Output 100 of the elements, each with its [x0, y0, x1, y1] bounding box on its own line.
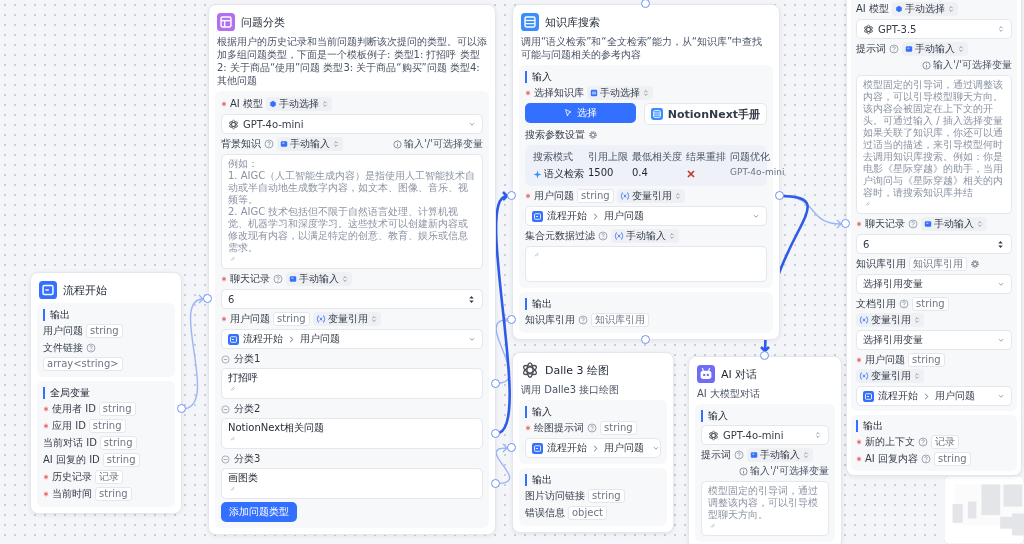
node-title: AI 对话: [721, 366, 758, 382]
knot-icon: [708, 429, 719, 441]
chevron-down-icon: [752, 212, 760, 220]
hint-text: 输入'/'可选择变量: [933, 58, 1012, 72]
dropdown[interactable]: GPT-4o-mini: [221, 114, 483, 134]
resize-icon: [228, 434, 235, 441]
type-tag: 记录: [95, 470, 123, 484]
connection-handle[interactable]: [641, 335, 650, 344]
chevron-right-icon: [591, 443, 600, 453]
input-mode-menu[interactable]: 手动输入: [921, 217, 987, 231]
stepper-icon: [996, 239, 1005, 249]
connection-handle[interactable]: [177, 404, 186, 413]
knot-icon: [863, 23, 874, 35]
text-area[interactable]: 画图类: [221, 468, 483, 499]
node-title: Dalle 3 绘图: [545, 362, 610, 378]
info-icon: [393, 139, 403, 149]
connection-handle[interactable]: [203, 294, 212, 303]
database-icon: [650, 108, 663, 120]
type-tag: string: [577, 189, 614, 203]
select-button[interactable]: 选择: [525, 103, 636, 123]
field-label: 知识库引用: [525, 313, 575, 327]
input-mode-menu[interactable]: 手动选择: [587, 86, 653, 100]
type-tag: 知识库引用: [591, 313, 649, 327]
dropdown[interactable]: GPT-3.5: [856, 19, 1012, 39]
knot-icon: [228, 118, 239, 130]
section-title: 全局变量: [43, 387, 90, 399]
dropdown[interactable]: GPT-4o-mini: [701, 425, 829, 445]
connection-handle[interactable]: [491, 478, 500, 488]
input-mode-menu[interactable]: 手动选择: [891, 2, 958, 16]
add-button[interactable]: 添加问题类型: [221, 502, 297, 522]
field-label: 错误信息: [525, 506, 565, 520]
square-icon: [750, 451, 758, 459]
resize-icon: [708, 521, 715, 528]
dropdown[interactable]: 选择引用变量: [856, 330, 1012, 350]
number-input[interactable]: 6: [221, 289, 483, 309]
field-label: 历史记录: [52, 470, 92, 484]
category-label: 分类2: [234, 402, 261, 416]
input-mode-menu[interactable]: 手动输入: [747, 448, 813, 462]
text-area[interactable]: [525, 246, 767, 282]
column-header: 引用上限: [588, 150, 628, 164]
node-description: 根据用户的历史记录和当前问题判断该次提问的类型。可以添加多组问题类型，下面是一个模板例子: 类型1: 打招呼 类型2: 关于商品“使用”问题 类型3: 关于商品“购买”问题 类型4: 其他问题: [216, 35, 488, 87]
updown-icon: [976, 220, 984, 228]
type-tag: string: [273, 312, 310, 326]
column-header: 最低相关度: [632, 150, 682, 164]
dataset-chip[interactable]: NotionNext手册: [643, 103, 767, 125]
text-area[interactable]: NotionNext相关问题: [221, 418, 483, 449]
type-tag: string: [98, 402, 136, 416]
type-tag: object: [568, 506, 607, 520]
connection-handle[interactable]: [641, 0, 650, 8]
updown-icon: [668, 232, 676, 240]
updown-icon: [369, 315, 378, 323]
section-title: 输出: [43, 309, 70, 321]
type-tag: string: [86, 324, 123, 338]
input-mode-menu[interactable]: 变量引用: [312, 312, 381, 326]
chevron-right-icon: [287, 334, 296, 344]
connection-handle[interactable]: [760, 351, 769, 360]
updown-icon: [997, 25, 1005, 33]
variable-select[interactable]: 流程开始 用户问题: [221, 329, 483, 349]
field-label: 文件链接: [43, 341, 83, 355]
square-icon: [905, 45, 913, 53]
updown-icon: [957, 45, 965, 53]
minimap-drawing[interactable]: [944, 476, 1024, 544]
field-label: 集合元数据过滤: [525, 229, 595, 243]
category-label: 分类3: [234, 452, 261, 466]
input-mode-menu[interactable]: 手动选择: [265, 97, 332, 111]
input-mode-menu[interactable]: 手动输入: [277, 137, 343, 151]
field-label: 聊天记录: [865, 217, 905, 231]
connection-handle[interactable]: [507, 191, 516, 200]
node-title: 问题分类: [241, 14, 285, 30]
text-area[interactable]: 打招呼: [221, 368, 483, 399]
input-mode-menu[interactable]: 变量引用: [616, 189, 685, 203]
field-label: 提示词: [701, 448, 731, 462]
chevron-down-icon: [997, 336, 1005, 344]
section-title: 输出: [525, 474, 552, 486]
input-mode-menu[interactable]: 变量引用: [856, 313, 924, 327]
input-mode-menu[interactable]: 变量引用: [856, 369, 924, 383]
braces-icon: [859, 371, 869, 381]
field-label: 绘图提示词: [534, 421, 584, 435]
node-title: 知识库搜索: [545, 14, 600, 30]
variable-select[interactable]: 流程开始 用户问题: [856, 386, 1012, 406]
input-mode-menu[interactable]: 手动输入: [611, 229, 679, 243]
chevron-right-icon: [922, 391, 931, 401]
type-tag: 知识库引用: [909, 257, 967, 271]
variable-select[interactable]: 流程开始 用户问题: [525, 438, 661, 458]
chevron-right-icon: [591, 211, 600, 221]
stepper-icon: [467, 294, 476, 304]
input-mode-menu[interactable]: 手动输入: [902, 42, 968, 56]
connection-handle[interactable]: [491, 378, 500, 388]
connection-handle[interactable]: [841, 219, 850, 228]
chevron-down-icon: [468, 120, 476, 128]
updown-icon: [913, 316, 921, 324]
field-label: 用户问题: [534, 189, 574, 203]
connection-handle[interactable]: [507, 315, 516, 324]
field-label: 搜索参数设置: [525, 128, 585, 142]
number-input[interactable]: 6: [856, 234, 1012, 254]
input-mode-menu[interactable]: 手动输入: [286, 272, 352, 286]
dropdown[interactable]: 选择引用变量: [856, 274, 1012, 294]
connection-handle[interactable]: [775, 191, 784, 200]
variable-select[interactable]: 流程开始 用户问题: [525, 206, 767, 226]
table-cell-text: GPT-4o-mini: [730, 167, 785, 179]
